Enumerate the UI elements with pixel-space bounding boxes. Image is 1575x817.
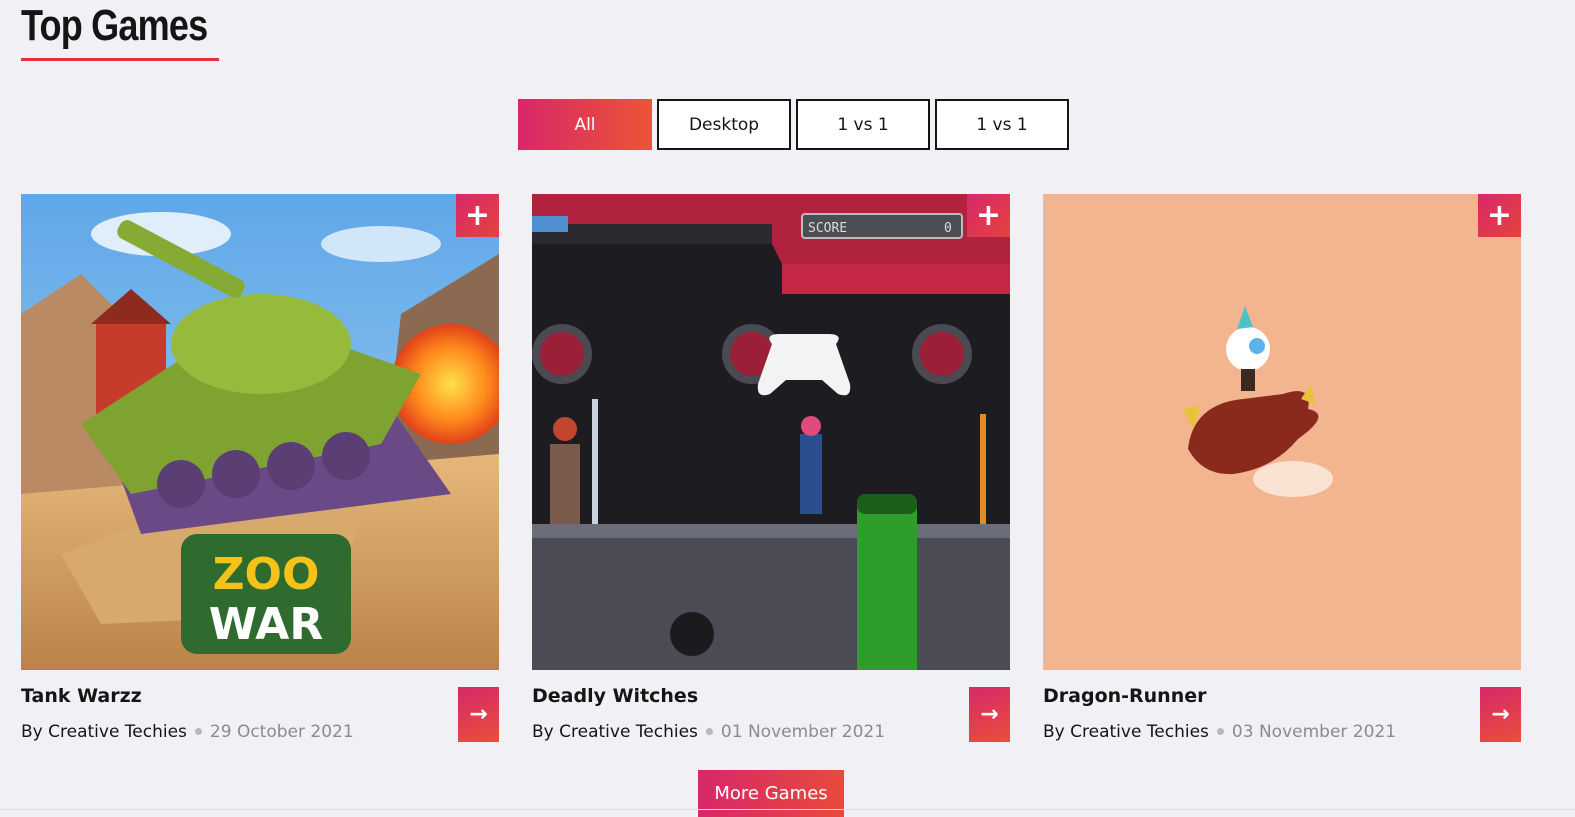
filter-all[interactable]: All	[518, 99, 652, 150]
add-game-button[interactable]: +	[456, 194, 499, 237]
game-thumbnail[interactable]: SCORE 0 +	[532, 194, 1010, 670]
filter-1vs1-second[interactable]: 1 vs 1	[935, 99, 1069, 150]
game-title[interactable]: Tank Warzz	[21, 685, 142, 707]
game-author: By Creative Techies	[532, 722, 698, 742]
open-game-button[interactable]: →	[458, 687, 499, 742]
open-game-button[interactable]: →	[969, 687, 1010, 742]
arrow-right-icon: →	[1491, 702, 1510, 727]
game-meta: By Creative Techies 01 November 2021	[532, 722, 885, 742]
separator-dot	[194, 728, 202, 735]
game-meta: By Creative Techies 29 October 2021	[21, 722, 354, 742]
game-card: + Dragon-Runner By Creative Techies 03 No…	[1043, 194, 1521, 742]
separator-dot	[705, 728, 713, 735]
game-author: By Creative Techies	[21, 722, 187, 742]
game-date: 29 October 2021	[209, 722, 354, 742]
game-card: ZOO WAR + Tank Warzz By Creative Techies…	[21, 194, 499, 742]
title-underline	[21, 58, 219, 61]
filter-1vs1[interactable]: 1 vs 1	[796, 99, 930, 150]
plus-icon: +	[464, 197, 491, 233]
game-thumbnail[interactable]: +	[1043, 194, 1521, 670]
separator-dot	[1216, 728, 1224, 735]
filter-desktop[interactable]: Desktop	[657, 99, 791, 150]
tank-game-artwork: ZOO WAR	[21, 194, 499, 670]
game-date: 03 November 2021	[1231, 722, 1397, 742]
plus-icon: +	[1486, 197, 1513, 233]
witches-game-artwork: SCORE 0	[532, 194, 1010, 670]
arrow-right-icon: →	[469, 702, 488, 727]
game-date: 01 November 2021	[720, 722, 886, 742]
game-card: SCORE 0 + Deadly Witches By Creative Tec	[532, 194, 1010, 742]
game-author: By Creative Techies	[1043, 722, 1209, 742]
filter-bar: All Desktop 1 vs 1 1 vs 1	[518, 99, 1069, 150]
game-thumbnail[interactable]: ZOO WAR +	[21, 194, 499, 670]
hud-score-value: 0	[944, 221, 952, 236]
add-game-button[interactable]: +	[1478, 194, 1521, 237]
plus-icon: +	[975, 197, 1002, 233]
dragon-game-artwork	[1043, 194, 1521, 670]
open-game-button[interactable]: →	[1480, 687, 1521, 742]
game-title[interactable]: Dragon-Runner	[1043, 685, 1207, 707]
add-game-button[interactable]: +	[967, 194, 1010, 237]
arrow-right-icon: →	[980, 702, 999, 727]
hud-score-label: SCORE	[808, 221, 847, 236]
game-title[interactable]: Deadly Witches	[532, 685, 698, 707]
game-meta: By Creative Techies 03 November 2021	[1043, 722, 1396, 742]
section-title: Top Games	[21, 1, 208, 50]
section-divider	[0, 809, 1575, 810]
logo-text-war: WAR	[209, 599, 324, 650]
logo-text-zoo: ZOO	[213, 549, 320, 600]
